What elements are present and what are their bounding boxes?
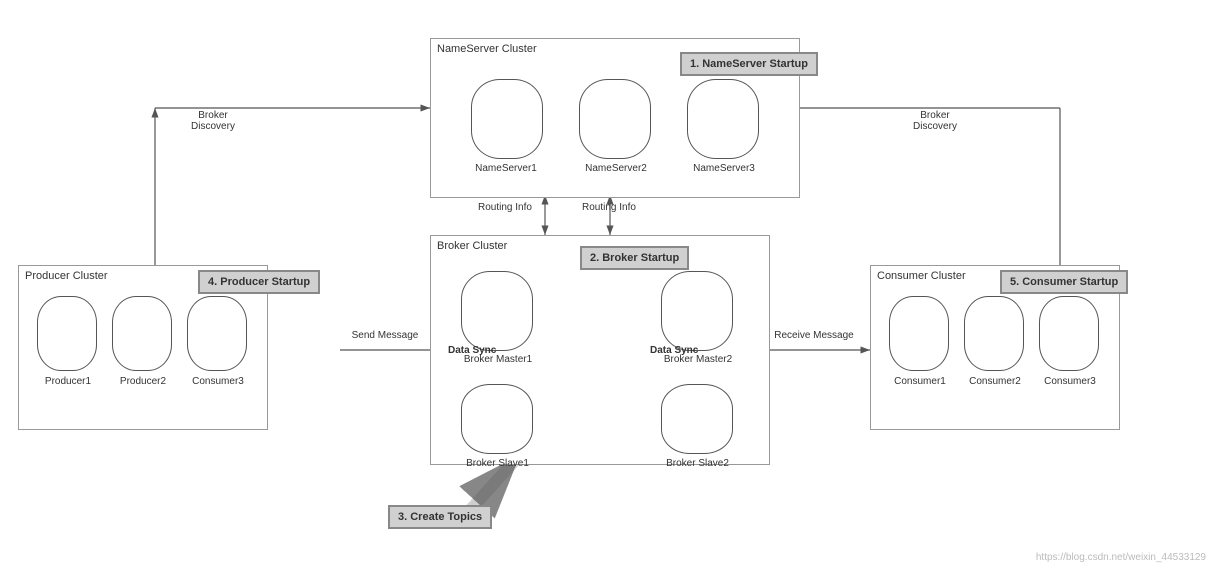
producer-consumer3-node [187,296,247,371]
broker-discovery-right-label: Broker Discovery [900,110,970,132]
producer1-node [37,296,97,371]
consumer2-node [964,296,1024,371]
producer-consumer3-label: Consumer3 [174,376,262,387]
broker-discovery-left-label: Broker Discovery [178,110,248,132]
broker-master2-node [661,271,733,351]
nameserver3-label: NameServer3 [669,163,779,174]
data-sync-left-label: Data Sync [448,345,496,356]
send-message-label: Send Message [350,330,420,341]
consumer-cluster-label: Consumer Cluster [877,270,966,282]
data-sync-right-label: Data Sync [650,345,698,356]
watermark: https://blog.csdn.net/weixin_44533129 [1036,552,1206,563]
receive-message-label: Receive Message [774,330,854,341]
broker-slave1-node [461,384,533,454]
broker-slave1-label: Broker Slave1 [445,458,550,469]
consumer3-label: Consumer3 [1026,376,1114,387]
step3-box: 3. Create Topics [388,505,492,529]
producer2-node [112,296,172,371]
routing-info-left-label: Routing Info [478,202,532,213]
step2-box: 2. Broker Startup [580,246,689,270]
nameserver1-node [471,79,543,159]
diagram: NameServer Cluster NameServer1 NameServe… [0,0,1216,571]
broker-slave2-node [661,384,733,454]
nameserver2-label: NameServer2 [561,163,671,174]
nameserver3-node [687,79,759,159]
consumer1-node [889,296,949,371]
step1-box: 1. NameServer Startup [680,52,818,76]
nameserver2-node [579,79,651,159]
broker-master1-node [461,271,533,351]
step5-box: 5. Consumer Startup [1000,270,1128,294]
nameserver-cluster-label: NameServer Cluster [437,43,537,55]
consumer3-node [1039,296,1099,371]
broker-slave2-label: Broker Slave2 [645,458,750,469]
routing-info-right-label: Routing Info [582,202,636,213]
producer-cluster-label: Producer Cluster [25,270,108,282]
broker-cluster-label: Broker Cluster [437,240,507,252]
nameserver1-label: NameServer1 [451,163,561,174]
step4-box: 4. Producer Startup [198,270,320,294]
